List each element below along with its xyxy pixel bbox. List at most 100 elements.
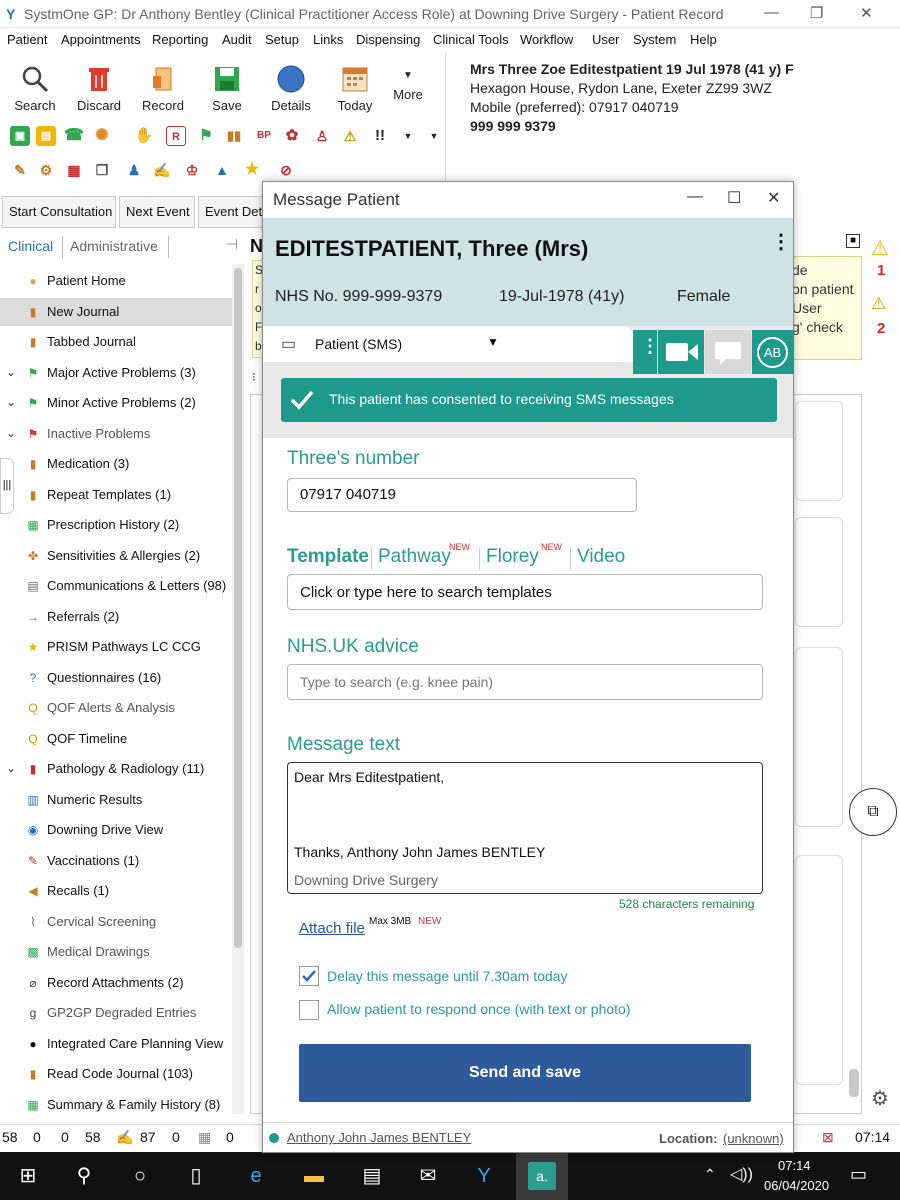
note-warning-icon[interactable]: ⚠ <box>871 294 886 314</box>
windows-start-icon[interactable]: ⊞ <box>14 1162 42 1190</box>
discard-button[interactable]: Discard <box>68 58 130 113</box>
windows-icon[interactable]: ❐ <box>92 160 112 180</box>
save-button[interactable]: Save <box>196 58 258 113</box>
tree-item[interactable]: ▦ Prescription History (2) <box>0 511 232 539</box>
tree-item[interactable]: ▮ Medication (3) <box>0 450 232 478</box>
tree-item[interactable]: ✎ Vaccinations (1) <box>0 847 232 875</box>
attach-file-link[interactable]: Attach file <box>299 920 365 937</box>
today-button[interactable]: Today <box>324 58 386 113</box>
menu-audit[interactable]: Audit <box>222 32 252 47</box>
maximize-panel-icon[interactable]: ■ <box>846 234 860 248</box>
overflow-arrow2-icon[interactable]: ▼ <box>424 126 444 146</box>
allow-respond-checkbox[interactable] <box>299 1000 319 1020</box>
dialog-maximize-icon[interactable]: ☐ <box>727 188 741 208</box>
next-event-button[interactable]: Next Event <box>119 196 195 228</box>
settings-gear-icon[interactable]: ⚙ <box>871 1086 889 1111</box>
pin-icon[interactable]: ⊣ <box>226 236 238 253</box>
notifications-icon[interactable]: ▭ <box>850 1164 867 1185</box>
person-icon[interactable]: ♙ <box>312 126 332 146</box>
tab-video[interactable]: Video <box>577 546 625 568</box>
phone-icon[interactable]: ☎ <box>64 126 84 146</box>
footer-user-link[interactable]: Anthony John James BENTLEY <box>287 1130 471 1145</box>
tree-item[interactable]: ⌇ Cervical Screening <box>0 908 232 936</box>
triangle-icon[interactable]: ▲ <box>212 160 232 180</box>
cortana-icon[interactable]: ○ <box>126 1162 154 1190</box>
send-and-save-button[interactable]: Send and save <box>299 1044 751 1102</box>
phone-number-field[interactable]: 07917 040719 <box>287 478 637 512</box>
tab-administrative[interactable]: Administrative <box>70 238 158 254</box>
people-icon[interactable]: ♟ <box>124 160 144 180</box>
bottles-icon[interactable]: ▮▮ <box>224 126 244 146</box>
mail-icon[interactable]: ✉ <box>414 1162 442 1190</box>
chevron-down-icon[interactable]: ⌄ <box>6 395 16 409</box>
menu-workflow[interactable]: Workflow <box>520 32 573 47</box>
menu-patient[interactable]: Patient <box>7 32 47 47</box>
tree-item[interactable]: ? Questionnaires (16) <box>0 664 232 692</box>
record-button[interactable]: Record <box>132 58 194 113</box>
tree-item[interactable]: ▮ Tabbed Journal <box>0 328 232 356</box>
chevron-down-icon[interactable]: ⌄ <box>6 426 16 440</box>
menu-dispensing[interactable]: Dispensing <box>356 32 420 47</box>
file-explorer-icon[interactable]: ▬ <box>300 1162 328 1190</box>
edge-icon[interactable]: e <box>242 1162 270 1190</box>
close-icon[interactable]: ✕ <box>860 4 873 22</box>
clipboard-icon[interactable]: ▦ <box>64 160 84 180</box>
tree-item[interactable]: ▥ Numeric Results <box>0 786 232 814</box>
tab-pathway[interactable]: Pathway <box>378 546 451 568</box>
tree-item[interactable]: ▩ Medical Drawings <box>0 938 232 966</box>
search-button[interactable]: Search <box>4 58 66 113</box>
minimize-icon[interactable]: — <box>764 4 779 21</box>
tree-item[interactable]: ⌄ ▮ Pathology & Radiology (11) <box>0 755 232 783</box>
dialog-close-icon[interactable]: ✕ <box>767 188 780 208</box>
tab-florey[interactable]: Florey <box>486 546 539 568</box>
tree-item[interactable]: ◉ Downing Drive View <box>0 816 232 844</box>
menu-clinical-tools[interactable]: Clinical Tools <box>433 32 509 47</box>
doc-gear-icon[interactable]: ⚙ <box>36 160 56 180</box>
tree-item[interactable]: ★ PRISM Pathways LC CCG <box>0 633 232 661</box>
chat-button[interactable] <box>705 330 751 374</box>
tree-item[interactable]: Q QOF Timeline <box>0 725 232 753</box>
tree-item[interactable]: ▮ Repeat Templates (1) <box>0 481 232 509</box>
r-icon[interactable]: R <box>166 126 186 146</box>
menu-user[interactable]: User <box>592 32 619 47</box>
tree-item[interactable]: ⌄ ⚑ Minor Active Problems (2) <box>0 389 232 417</box>
message-textarea[interactable]: Dear Mrs Editestpatient, Thanks, Anthony… <box>287 762 763 894</box>
tree-item[interactable]: ▤ Communications & Letters (98) <box>0 572 232 600</box>
journal-scrollbar-thumb[interactable] <box>849 1069 859 1097</box>
nhs-advice-search-input[interactable]: Type to search (e.g. knee pain) <box>287 664 763 700</box>
overflow-arrow-icon[interactable]: ▼ <box>398 126 418 146</box>
warning-person-icon[interactable]: ⚠ <box>340 126 360 146</box>
tree-scrollbar[interactable] <box>232 264 244 1114</box>
tab-clinical[interactable]: Clinical <box>8 238 53 254</box>
tree-item[interactable]: Q QOF Alerts & Analysis <box>0 694 232 722</box>
template-search-input[interactable]: Click or type here to search templates <box>287 574 763 610</box>
systmone-taskbar-icon[interactable]: Y <box>470 1162 498 1190</box>
warning-icon[interactable]: ⚠ <box>871 236 889 261</box>
hand-icon[interactable]: ✋ <box>134 126 154 146</box>
task-view-icon[interactable]: ▯ <box>182 1162 210 1190</box>
tree-item[interactable]: → Referrals (2) <box>0 603 232 631</box>
taskbar-search-icon[interactable]: ⚲ <box>70 1162 98 1190</box>
tree-item[interactable]: g GP2GP Degraded Entries <box>0 999 232 1027</box>
patient-menu-icon[interactable]: ⋮ <box>771 232 791 252</box>
accurx-taskbar-icon[interactable]: a. <box>528 1162 556 1190</box>
tree-item[interactable]: ▦ Summary & Family History (8) <box>0 1091 232 1119</box>
tree-scrollbar-thumb[interactable] <box>234 268 242 948</box>
chevron-down-icon[interactable]: ⌄ <box>6 365 16 379</box>
channel-options-button[interactable]: ⋮ <box>633 330 659 374</box>
edit-icon[interactable]: ✎ <box>10 160 30 180</box>
tree-item[interactable]: ✤ Sensitivities & Allergies (2) <box>0 542 232 570</box>
doctor-icon[interactable]: ♔ <box>182 160 202 180</box>
menu-help[interactable]: Help <box>690 32 717 47</box>
tray-chevron-icon[interactable]: ⌃ <box>704 1166 716 1183</box>
bp-icon[interactable]: BP <box>254 126 274 146</box>
restore-icon[interactable]: ❐ <box>810 4 823 22</box>
floating-copy-button[interactable]: ⧉ <box>849 788 897 836</box>
tree-item[interactable]: ⌄ ⚑ Inactive Problems <box>0 420 232 448</box>
tree-item[interactable]: ⌄ ⚑ Major Active Problems (3) <box>0 359 232 387</box>
video-call-button[interactable] <box>658 330 704 374</box>
menu-links[interactable]: Links <box>313 32 343 47</box>
summary-icon[interactable]: ▤ <box>36 126 56 146</box>
allergy-icon[interactable]: ✿ <box>282 126 302 146</box>
tree-item[interactable]: ▮ Read Code Journal (103) <box>0 1060 232 1088</box>
